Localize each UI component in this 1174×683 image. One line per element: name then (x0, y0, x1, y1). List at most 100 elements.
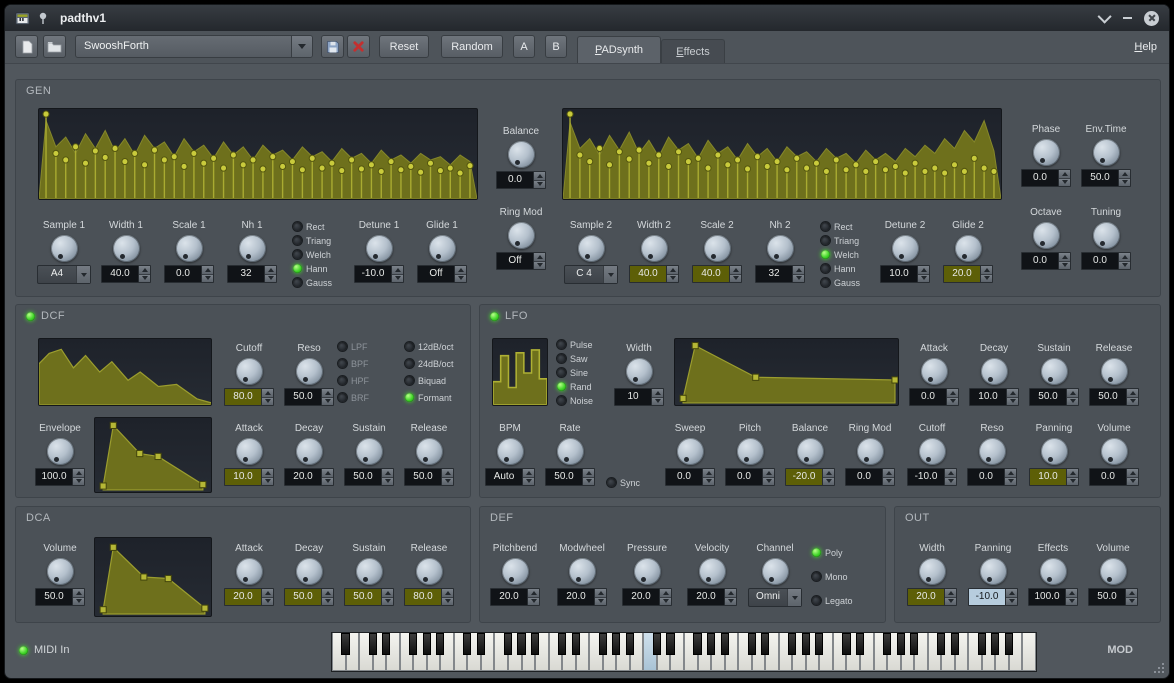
value-spinbox[interactable]: 50.0 (344, 588, 394, 606)
help-button[interactable]: Help (1134, 36, 1157, 58)
spin-down-button[interactable] (1067, 478, 1078, 486)
spin-up-button[interactable] (382, 589, 393, 598)
spin-down-button[interactable] (455, 275, 466, 283)
spin-down-button[interactable] (652, 398, 663, 406)
spin-down-button[interactable] (660, 598, 671, 606)
spin-up-button[interactable] (945, 589, 956, 598)
black-key[interactable] (978, 633, 986, 655)
spin-down-button[interactable] (793, 275, 804, 283)
value-spinbox[interactable]: 50.0 (35, 588, 85, 606)
harmonics-display-2[interactable] (562, 108, 1002, 200)
value-spinbox[interactable]: 0.0 (1021, 169, 1071, 187)
black-key[interactable] (653, 633, 661, 655)
combo-dropdown-button[interactable] (787, 589, 801, 606)
resize-grip[interactable] (1154, 663, 1164, 673)
dcf-envelope-display[interactable] (94, 417, 212, 493)
spin-down-button[interactable] (262, 398, 273, 406)
knob[interactable] (919, 438, 946, 465)
value-spinbox[interactable]: -10.0 (968, 588, 1018, 606)
knob[interactable] (578, 235, 605, 262)
black-key[interactable] (626, 633, 634, 655)
delete-preset-button[interactable] (347, 35, 370, 58)
spin-up-button[interactable] (1005, 469, 1016, 478)
spin-up-button[interactable] (725, 589, 736, 598)
spin-up-button[interactable] (595, 589, 606, 598)
knob[interactable] (508, 222, 535, 249)
value-spinbox[interactable]: 0.0 (1021, 252, 1071, 270)
shape2-welch-radio[interactable]: Welch (821, 249, 860, 260)
value-spinbox[interactable]: 40.0 (629, 265, 679, 283)
spin-up-button[interactable] (660, 589, 671, 598)
value-spinbox[interactable]: 0.0 (845, 468, 895, 486)
shape2-rect-radio[interactable]: Rect (821, 221, 860, 232)
mod-label[interactable]: MOD (1107, 644, 1133, 656)
black-key[interactable] (463, 633, 471, 655)
lfo-shape-sine-radio[interactable]: Sine (557, 367, 593, 378)
value-spinbox[interactable]: 32 (755, 265, 805, 283)
spin-down-button[interactable] (763, 478, 774, 486)
spin-up-button[interactable] (918, 266, 929, 275)
preset-combo-dropdown-button[interactable] (291, 36, 312, 57)
value-spinbox[interactable]: 100.0 (1028, 588, 1078, 606)
value-spinbox[interactable]: 20.0 (622, 588, 672, 606)
spin-up-button[interactable] (528, 589, 539, 598)
knob[interactable] (955, 235, 982, 262)
black-key[interactable] (531, 633, 539, 655)
reset-button[interactable]: Reset (379, 35, 429, 58)
spin-down-button[interactable] (382, 478, 393, 486)
shape2-hann-radio[interactable]: Hann (821, 263, 860, 274)
knob[interactable] (1100, 558, 1127, 585)
black-key[interactable] (558, 633, 566, 655)
spin-up-button[interactable] (455, 266, 466, 275)
spin-up-button[interactable] (1059, 253, 1070, 262)
black-key[interactable] (883, 633, 891, 655)
lfo-envelope-display[interactable] (674, 338, 899, 406)
value-spinbox[interactable]: 10.0 (1029, 468, 1079, 486)
def-mode-legato-radio[interactable]: Legato (812, 595, 853, 606)
knob[interactable] (1041, 438, 1068, 465)
spin-up-button[interactable] (1119, 170, 1130, 179)
knob[interactable] (981, 358, 1008, 385)
black-key[interactable] (721, 633, 729, 655)
black-key[interactable] (572, 633, 580, 655)
tab-padsynth[interactable]: PADsynth (577, 36, 661, 63)
knob[interactable] (557, 438, 584, 465)
spin-down-button[interactable] (1126, 598, 1137, 606)
spin-up-button[interactable] (1067, 389, 1078, 398)
knob[interactable] (176, 235, 203, 262)
knob[interactable] (980, 558, 1007, 585)
compare-a-button[interactable]: A (513, 35, 535, 58)
knob[interactable] (296, 358, 323, 385)
tab-effects[interactable]: Effects (661, 39, 725, 63)
spin-up-button[interactable] (442, 589, 453, 598)
value-spinbox[interactable]: Off (496, 252, 546, 270)
black-key[interactable] (748, 633, 756, 655)
spin-down-button[interactable] (73, 598, 84, 606)
spin-down-button[interactable] (262, 598, 273, 606)
spin-down-button[interactable] (667, 275, 678, 283)
value-spinbox[interactable]: 50.0 (1089, 388, 1139, 406)
spin-down-button[interactable] (595, 598, 606, 606)
spin-down-button[interactable] (382, 598, 393, 606)
spin-down-button[interactable] (139, 275, 150, 283)
black-key[interactable] (707, 633, 715, 655)
value-spinbox[interactable]: 80.0 (404, 588, 454, 606)
knob[interactable] (236, 358, 263, 385)
value-spinbox[interactable]: 40.0 (101, 265, 151, 283)
value-spinbox[interactable]: 0.0 (496, 171, 546, 189)
spin-up-button[interactable] (703, 469, 714, 478)
combo-box[interactable]: Omni (748, 588, 802, 607)
value-spinbox[interactable]: 0.0 (967, 468, 1017, 486)
spin-down-button[interactable] (1006, 598, 1017, 606)
dcf-type-brf-radio[interactable]: BRF (338, 392, 369, 403)
black-key[interactable] (951, 633, 959, 655)
value-spinbox[interactable]: 20.0 (490, 588, 540, 606)
white-key[interactable] (1022, 633, 1036, 671)
spin-down-button[interactable] (823, 478, 834, 486)
knob[interactable] (626, 358, 653, 385)
knob[interactable] (1033, 222, 1060, 249)
lfo-shape-noise-radio[interactable]: Noise (557, 395, 593, 406)
shape2-gauss-radio[interactable]: Gauss (821, 277, 860, 288)
value-spinbox[interactable]: 50.0 (1081, 169, 1131, 187)
knob[interactable] (508, 141, 535, 168)
